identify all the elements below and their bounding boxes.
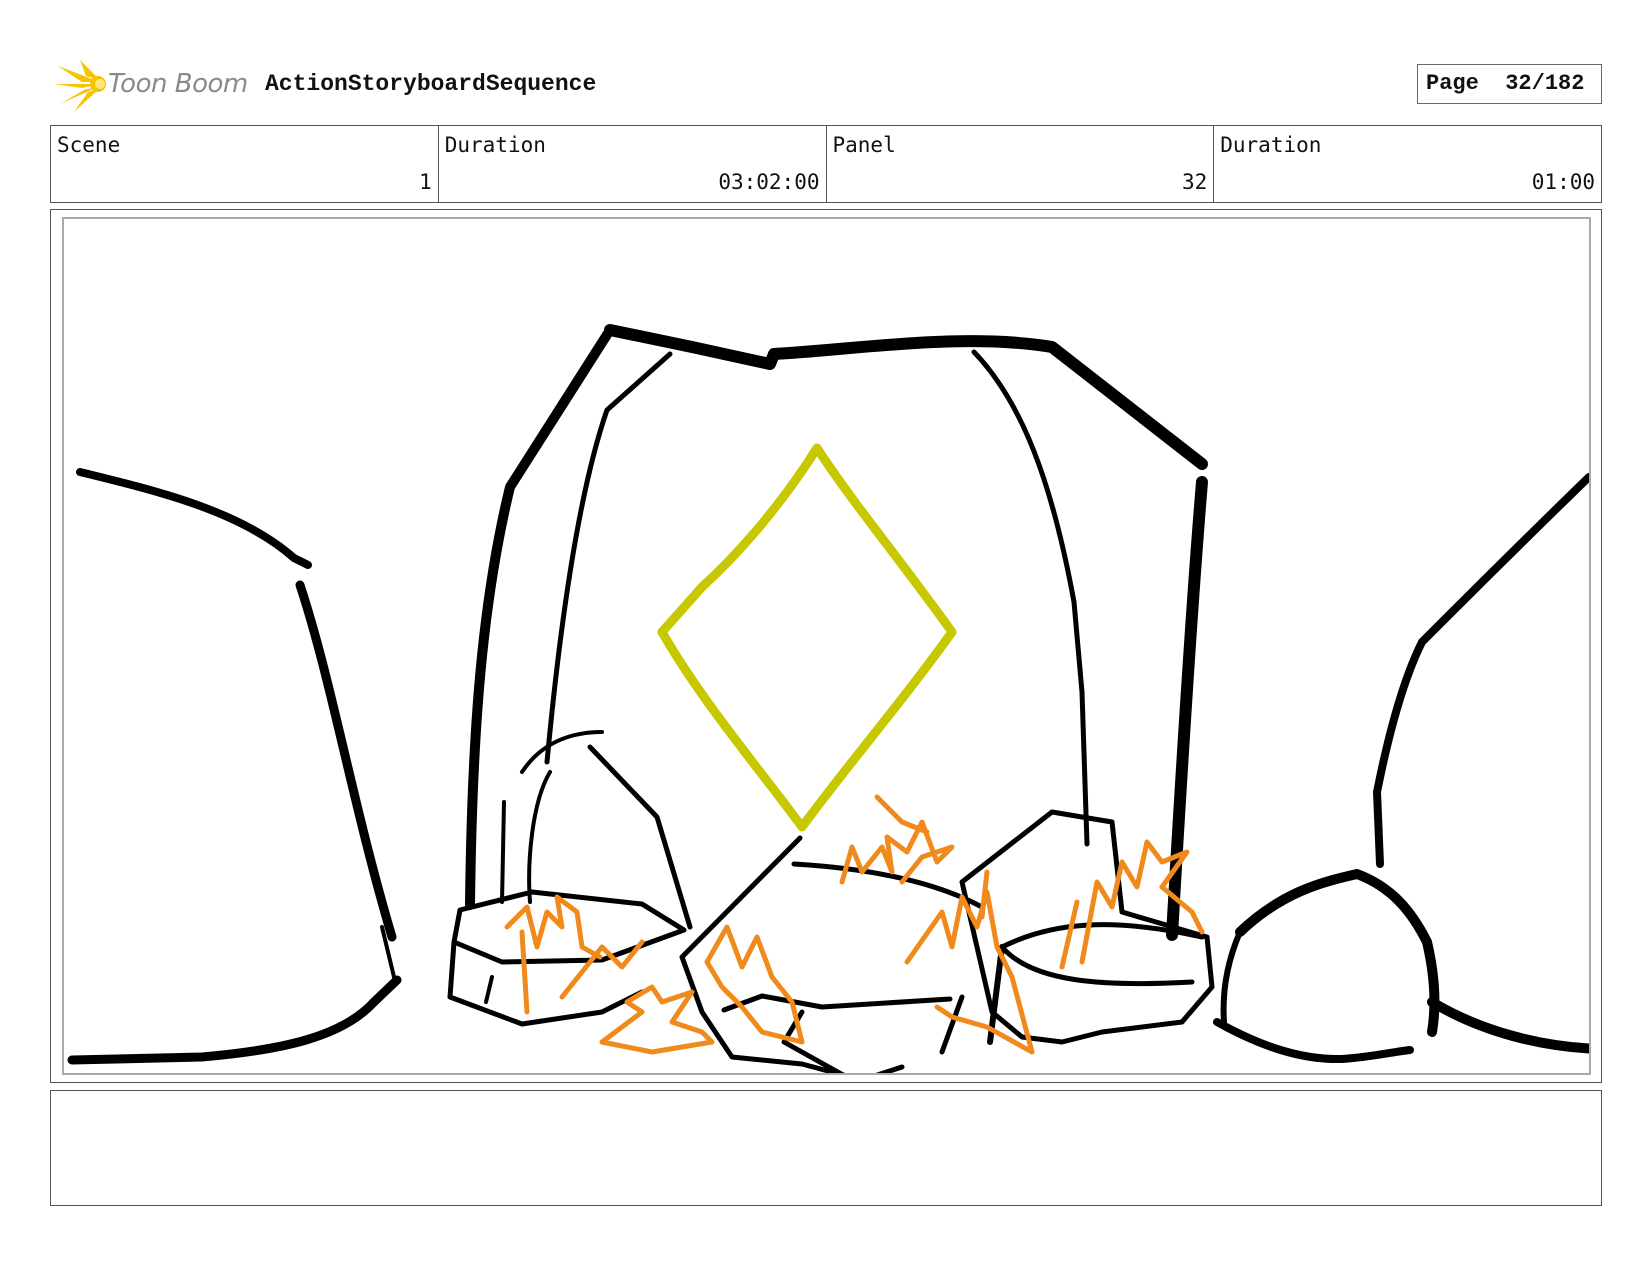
panel-sketch xyxy=(67,324,1589,1073)
panel-label: Panel xyxy=(832,133,896,157)
toon-boom-logo: Toon Boom xyxy=(52,58,252,114)
logo-wordmark: Toon Boom xyxy=(108,69,248,99)
sequence-title: ActionStoryboardSequence xyxy=(265,71,597,97)
fire-flame-3 xyxy=(704,924,805,1045)
panel-cell: Panel 32 xyxy=(827,126,1215,202)
rubble-left-block xyxy=(451,889,687,965)
panel-duration-cell: Duration 01:00 xyxy=(1214,126,1601,202)
page-indicator: Page 32/182 xyxy=(1417,64,1602,104)
right-boulder xyxy=(1235,869,1440,1037)
scene-duration-cell: Duration 03:02:00 xyxy=(439,126,827,202)
scene-value: 1 xyxy=(419,170,432,194)
fire-flame-4 xyxy=(839,819,955,885)
panel-value: 32 xyxy=(1181,170,1208,194)
panel-notes xyxy=(50,1090,1602,1206)
panel-duration-label: Duration xyxy=(1220,133,1322,157)
page-number: 32/182 xyxy=(1505,71,1585,96)
page-label: Page xyxy=(1426,71,1479,96)
right-rock-top xyxy=(1373,473,1589,868)
panel-duration-value: 01:00 xyxy=(1531,170,1595,194)
starburst-icon xyxy=(54,60,106,112)
monolith-top xyxy=(604,324,1208,470)
scene-duration-value: 03:02:00 xyxy=(718,170,820,194)
left-rock-base xyxy=(67,975,402,1065)
left-rock-side xyxy=(295,580,397,942)
left-rock-top xyxy=(76,468,312,569)
crystal-diamond xyxy=(657,443,957,832)
fire-flame-6 xyxy=(1079,839,1205,965)
scene-duration-label: Duration xyxy=(444,133,546,157)
scene-label: Scene xyxy=(57,133,121,157)
monolith-left-edge xyxy=(465,325,615,910)
panel-info-table: Scene 1 Duration 03:02:00 Panel 32 Durat… xyxy=(50,125,1602,203)
scene-cell: Scene 1 xyxy=(51,126,439,202)
storyboard-panel xyxy=(62,217,1591,1075)
rubble-left-tall xyxy=(520,730,604,774)
